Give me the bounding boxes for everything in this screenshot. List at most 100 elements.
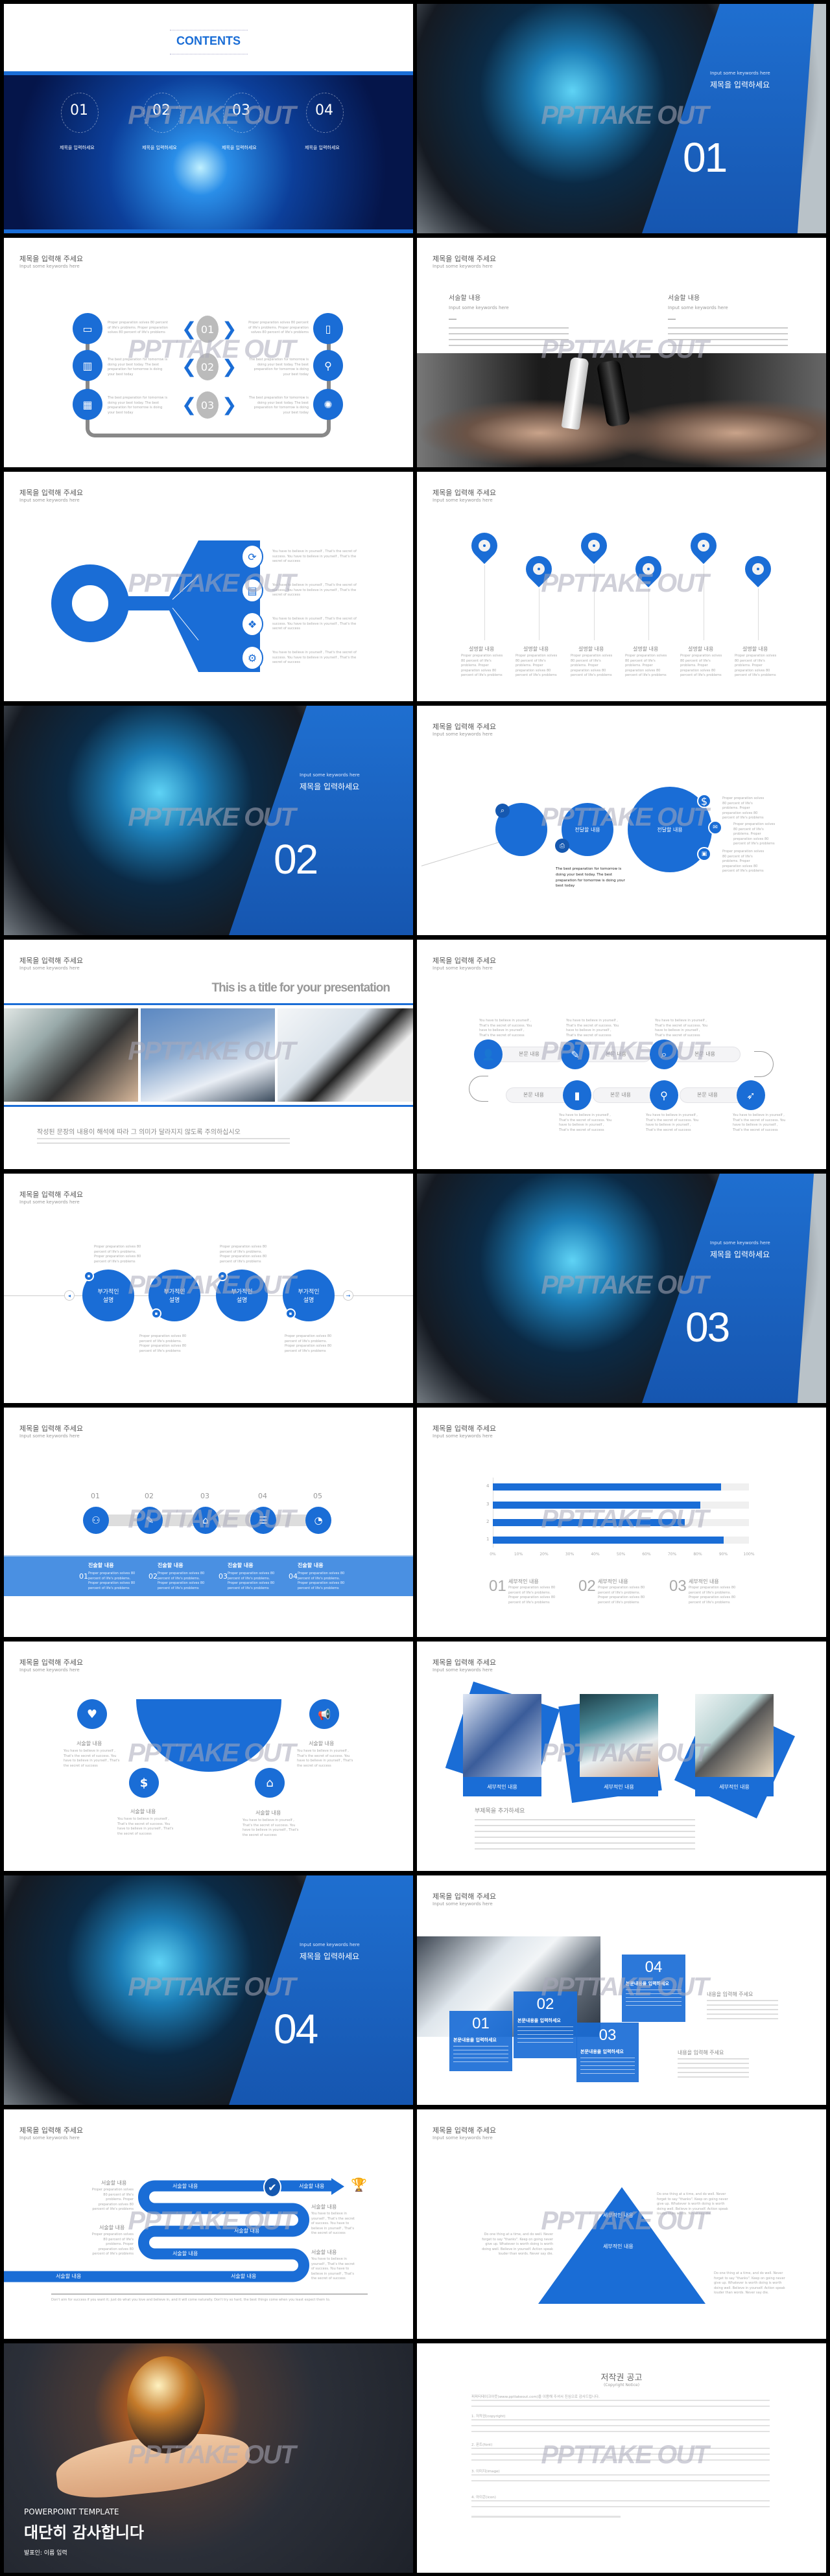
x-tick-label: 40% [591, 1552, 600, 1557]
slide-subtitle: Input some keywords here [19, 966, 80, 971]
slide-title: 제목을 입력해 주세요 [433, 489, 497, 497]
slide-section-01[interactable]: Input some keywords here 제목을 입력하세요 01 PP… [417, 4, 826, 233]
circle-label: 설명 [236, 1297, 248, 1304]
x-tick-label: 50% [616, 1552, 626, 1557]
pin-dot [483, 544, 486, 547]
description: Proper preparation solves 80 percent of … [158, 1572, 205, 1590]
slide-pins[interactable]: 제목을 입력해 주세요 Input some keywords here 설명할… [417, 472, 826, 701]
slide-contents[interactable]: CONTENTS 01 제목을 입력하세요 02 제목을 입력하세요 03 제목… [4, 4, 413, 233]
slide-numbered-blocks[interactable]: 제목을 입력해 주세요 Input some keywords here 01 … [417, 1875, 826, 2105]
slide-subtitle: Input some keywords here [433, 2135, 493, 2141]
numbered-block: 03 본문내용을 입력하세요 [576, 2023, 639, 2082]
step-title: 진술할 내용 [228, 1562, 254, 1568]
slide-copyright[interactable]: 저작권 공고 (Copyright Notice) 피피티테이크아웃(www.p… [417, 2343, 826, 2573]
slide-title: 제목을 입력해 주세요 [433, 1892, 497, 1901]
contents-item-label[interactable]: 제목을 입력하세요 [305, 145, 340, 151]
globe-icon: ✺ [313, 389, 343, 420]
description: You have to believe in yourself , That's… [243, 1818, 299, 1837]
slide-half-circle[interactable]: 제목을 입력해 주세요 Input some keywords here ♥ 📢… [4, 1642, 413, 1871]
arrow-left-button[interactable]: ◂ [64, 1290, 75, 1301]
contents-item-label[interactable]: 제목을 입력하세요 [222, 145, 257, 151]
paragraph-lines [707, 2000, 778, 2019]
slide-thank-you[interactable]: POWERPOINT TEMPLATE 대단히 감사합니다 발표인: 이름 입력… [4, 2343, 413, 2573]
pin-dot [538, 568, 540, 570]
slide-title: 제목을 입력해 주세요 [19, 255, 84, 263]
watermark-logo: PPTTAKE OUT [541, 569, 709, 598]
trophy-icon: 🏆 [351, 2177, 367, 2192]
column-subtitle: Input some keywords here [668, 305, 728, 310]
note-title: 세부적인 내용 [598, 1579, 628, 1584]
slide-subtitle: Input some keywords here [19, 1433, 80, 1439]
document-icon: ▤ [241, 578, 263, 603]
slide-bubbles[interactable]: 제목을 입력해 주세요 Input some keywords here ⌕ 전… [417, 706, 826, 935]
tag-icon: ▪ [285, 1308, 296, 1319]
side-title: 서술할 내용 [311, 2204, 337, 2210]
slide-chess[interactable]: 제목을 입력해 주세요 Input some keywords here 서술할… [417, 238, 826, 467]
section-subtitle: 부제목을 추가하세요 [475, 1808, 525, 1815]
slide-bar-chart[interactable]: 제목을 입력해 주세요 Input some keywords here 1 2… [417, 1408, 826, 1637]
note-number: 01 [489, 1577, 506, 1595]
slide-subtitle: Input some keywords here [19, 264, 80, 269]
slide-process[interactable]: 제목을 입력해 주세요 Input some keywords here 본문 … [417, 940, 826, 1169]
x-tick-label: 100% [743, 1552, 755, 1557]
process-pill: 본문 내용 [580, 1047, 652, 1062]
chess-photo [4, 1008, 138, 1102]
process-pill: 본문 내용 [669, 1047, 741, 1062]
paragraph-lines [453, 2046, 508, 2064]
chevron-left-icon: ❮ [182, 356, 197, 377]
slide-circle-diagram[interactable]: 제목을 입력해 주세요 Input some keywords here ▭ ▥… [4, 238, 413, 467]
step-item-number: 01 [79, 1572, 88, 1581]
description: Proper preparation solves 80 percent of … [516, 654, 558, 677]
section-kicker: Input some keywords here [710, 1240, 770, 1246]
bubble-label: 전달할 내용 [657, 826, 683, 833]
description: Proper preparation solves 80 percent of … [91, 2188, 134, 2211]
description: You have to believe in yourself , That's… [559, 1113, 612, 1132]
block-title: 본문내용을 입력하세요 [580, 2049, 624, 2054]
pin-stem [758, 588, 759, 640]
numbered-block: 04 본문내용을 입력하세요 [622, 1955, 685, 2022]
description: You have to believe in yourself , That's… [64, 1749, 120, 1768]
arrow-label: 서술할 내용 [172, 2251, 198, 2257]
person-pin-icon: ⚲ [650, 1080, 678, 1110]
slide-pyramid[interactable]: 제목을 입력해 주세요 Input some keywords here 세부적… [417, 2109, 826, 2339]
connector-curve [469, 1076, 488, 1102]
slide-key-diagram[interactable]: 제목을 입력해 주세요 Input some keywords here ⟳ ▤… [4, 472, 413, 701]
description: Proper preparation solves 80 percent of … [285, 1334, 332, 1353]
pen-icon: ✎ [137, 1507, 163, 1534]
section-band [642, 4, 814, 233]
description: Proper preparation solves 80 percent of … [139, 1334, 187, 1353]
chat-icon: ✉ [708, 820, 722, 835]
caption: The best preparation for tomorrow is doi… [556, 867, 625, 888]
thank-you-title: 대단히 감사합니다 [24, 2524, 144, 2542]
item-title: 서술할 내용 [130, 1809, 156, 1815]
pyramid-label: 세부적인 내용 [603, 2244, 634, 2249]
presenter: 발표인: 이름 입력 [24, 2550, 67, 2557]
slide-section-04[interactable]: Input some keywords here 제목을 입력하세요 04 PP… [4, 1875, 413, 2105]
slide-title: 제목을 입력해 주세요 [433, 255, 497, 263]
info-band [4, 1555, 413, 1596]
x-tick-label: 80% [693, 1552, 702, 1557]
megaphone-icon: 📢 [309, 1699, 339, 1729]
slide-subtitle: Input some keywords here [433, 498, 493, 503]
card-photo [695, 1694, 774, 1777]
slide-section-02[interactable]: Input some keywords here 제목을 입력하세요 02 PP… [4, 706, 413, 935]
arrow-right-button[interactable]: → [343, 1290, 353, 1301]
step-number: 05 [313, 1492, 322, 1500]
check-icon: ✔ [263, 2177, 281, 2198]
footnote: Don't aim for success if you want it; ju… [51, 2298, 331, 2302]
slide-snake-arrows[interactable]: 제목을 입력해 주세요 Input some keywords here ✔ 🏆… [4, 2109, 413, 2339]
pin-dot [702, 544, 705, 547]
laptop-photo [278, 1008, 413, 1102]
description: Proper preparation solves 80 percent of … [91, 2233, 134, 2256]
slide-photo-title[interactable]: 제목을 입력해 주세요 Input some keywords here Thi… [4, 940, 413, 1169]
slide-section-03[interactable]: Input some keywords here 제목을 입력하세요 03 PP… [417, 1174, 826, 1403]
contents-item-label[interactable]: 제목을 입력하세요 [60, 145, 95, 151]
slide-steps[interactable]: 제목을 입력해 주세요 Input some keywords here 01 … [4, 1408, 413, 1637]
contents-item-label[interactable]: 제목을 입력하세요 [142, 145, 177, 151]
slide-photo-cards[interactable]: 제목을 입력해 주세요 Input some keywords here 세부적… [417, 1642, 826, 1871]
slide-timeline-circles[interactable]: 제목을 입력해 주세요 Input some keywords here ◂ →… [4, 1174, 413, 1403]
bubble-label: 전달할 내용 [575, 826, 600, 833]
circle-label: 부가적인 [97, 1289, 119, 1295]
paragraph-lines [471, 2448, 770, 2462]
x-tick-label: 0% [490, 1552, 496, 1557]
